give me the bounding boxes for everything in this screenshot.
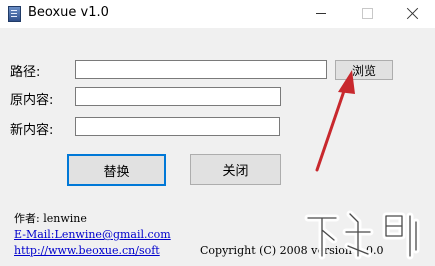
watermark-logo: [304, 210, 420, 260]
app-window: Beoxue v1.0 路径: 浏览 原内容: 新内容: 替换 关闭 作者: l…: [0, 0, 435, 266]
